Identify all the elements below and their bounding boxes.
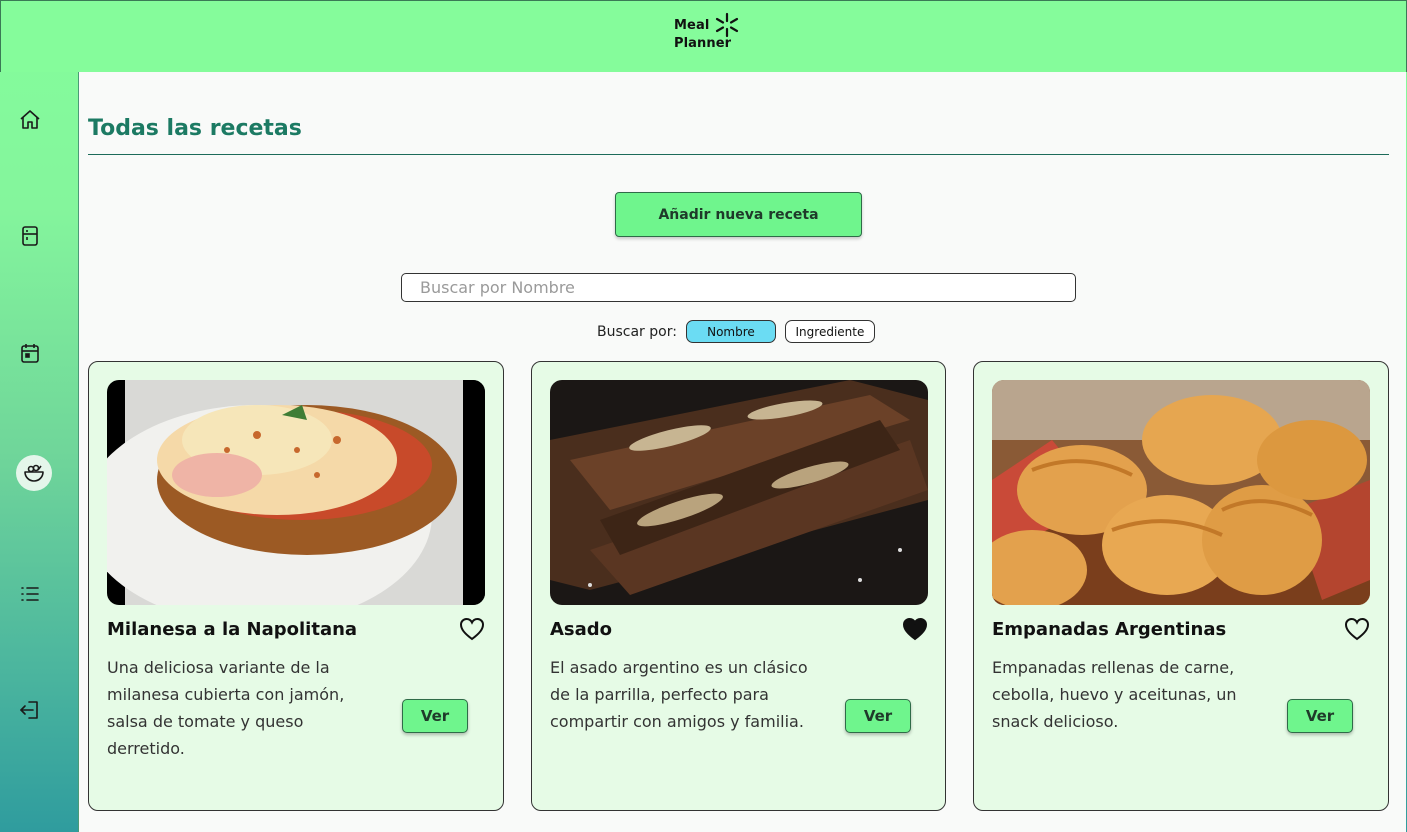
recipe-image — [550, 380, 928, 605]
recipe-description: Empanadas rellenas de carne, cebolla, hu… — [992, 658, 1237, 731]
recipe-title: Asado — [550, 619, 613, 640]
search-by-label: Buscar por: — [597, 323, 677, 340]
heart-outline-icon — [459, 617, 485, 641]
recipe-description: El asado argentino es un clásico de la p… — [550, 658, 808, 731]
salad-bowl-icon — [24, 464, 44, 482]
search-by-group: Buscar por: Nombre Ingrediente — [597, 320, 875, 343]
title-divider — [88, 154, 1389, 155]
recipe-image — [992, 380, 1370, 605]
home-icon — [20, 110, 40, 129]
favorite-toggle[interactable] — [902, 617, 928, 641]
view-recipe-button[interactable]: Ver — [845, 699, 911, 733]
main-content: Todas las recetas Añadir nueva receta Bu… — [78, 72, 1406, 832]
sidebar-item-calendar[interactable] — [12, 335, 48, 371]
view-recipe-button[interactable]: Ver — [1287, 699, 1353, 733]
sidebar-item-logout[interactable] — [12, 692, 48, 728]
favorite-toggle[interactable] — [1344, 617, 1370, 641]
favorite-toggle[interactable] — [459, 617, 485, 641]
filter-nombre-button[interactable]: Nombre — [685, 320, 776, 343]
sidebar-item-home[interactable] — [12, 102, 48, 138]
sidebar-item-recipes[interactable] — [16, 455, 52, 491]
fridge-icon — [22, 226, 38, 246]
page-title: Todas las recetas — [88, 116, 302, 141]
heart-outline-icon — [1344, 617, 1370, 641]
logout-icon — [20, 701, 38, 719]
recipe-card: Milanesa a la Napolitana Una deliciosa v… — [88, 361, 504, 811]
sparkle-icon — [715, 12, 739, 38]
view-recipe-button[interactable]: Ver — [402, 699, 468, 733]
top-bar: Meal Planner — [0, 0, 1407, 72]
list-icon — [21, 587, 39, 601]
recipe-description: Una deliciosa variante de la milanesa cu… — [107, 658, 345, 758]
sidebar-item-list[interactable] — [12, 576, 48, 612]
recipe-card: Asado El asado argentino es un clásico d… — [531, 361, 946, 811]
recipe-title: Milanesa a la Napolitana — [107, 619, 358, 640]
recipe-image — [107, 380, 485, 605]
app-logo[interactable]: Meal Planner — [674, 12, 739, 57]
recipe-title: Empanadas Argentinas — [992, 619, 1227, 640]
recipe-card: Empanadas Argentinas Empanadas rellenas … — [973, 361, 1389, 811]
heart-filled-icon — [902, 617, 928, 641]
search-input[interactable] — [401, 273, 1076, 302]
calendar-icon — [21, 344, 39, 363]
sidebar — [0, 72, 78, 832]
sidebar-item-fridge[interactable] — [12, 218, 48, 254]
filter-ingrediente-button[interactable]: Ingrediente — [784, 320, 875, 343]
add-recipe-button[interactable]: Añadir nueva receta — [615, 192, 862, 237]
